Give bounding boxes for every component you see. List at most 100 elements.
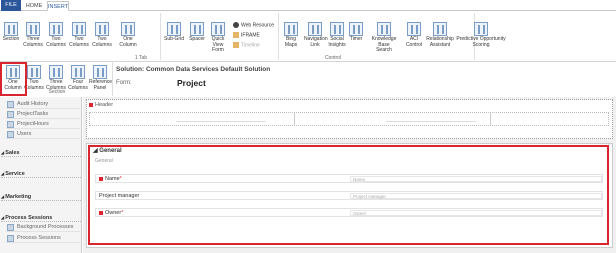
field-name[interactable]: Name* Name [95, 174, 603, 183]
nav-item-label: ProjectHours [17, 121, 49, 127]
tab-file[interactable]: FILE [1, 0, 21, 11]
two-columns-button[interactable]: Two Columns [45, 22, 67, 48]
iframe-button-label: IFRAME [241, 32, 260, 39]
field-owner[interactable]: Owner* Owner [95, 208, 603, 217]
nav-section-sales[interactable]: ◢ Sales [1, 148, 81, 157]
navigation-link-button[interactable]: Navigation Link [304, 22, 328, 48]
nav-section-marketing[interactable]: ◢ Marketing [1, 192, 81, 201]
one-column-button[interactable]: One Column [117, 22, 139, 48]
aci-control-icon [407, 22, 421, 36]
reference-panel-button[interactable]: Reference Panel [89, 65, 113, 91]
social-insights-button[interactable]: Social Insights [326, 22, 348, 48]
one-column-button-label: One Column [119, 36, 137, 48]
field-input[interactable]: Owner [350, 210, 602, 216]
web-resource-button-label: Web Resource [241, 22, 274, 29]
tab-insert[interactable]: INSERT [47, 1, 69, 11]
nav-item-label: ProjectTasks [17, 111, 49, 117]
nav-item-label: Background Processes [17, 224, 74, 230]
one-column-highlight [0, 62, 27, 96]
lock-icon [89, 102, 93, 107]
nav-item-users[interactable]: Users [6, 130, 80, 139]
record-icon [7, 101, 14, 108]
section-button-label: Section [2, 36, 20, 42]
two-columns-3-icon [95, 22, 109, 36]
timer-button-label: Timer [349, 36, 363, 42]
two-columns-button-label: Two Columns [46, 36, 66, 48]
bing-maps-button[interactable]: Bing Maps [280, 22, 302, 48]
spacer-icon [190, 22, 204, 36]
field-label: Owner* [99, 209, 123, 217]
four-columns-section-icon [71, 65, 85, 79]
two-columns-button-3[interactable]: Two Columns [91, 22, 113, 48]
two-columns-button-3-label: Two Columns [92, 36, 112, 48]
quick-view-form-icon [211, 22, 225, 36]
three-columns-icon [26, 22, 40, 36]
navigation-link-button-label: Navigation Link [304, 36, 328, 48]
solution-title: Solution: Common Data Services Default S… [116, 66, 271, 73]
two-columns-button-2[interactable]: Two Columns [68, 22, 90, 48]
header-divider [294, 113, 295, 126]
nav-item-label: Process Sessions [17, 235, 61, 241]
header-fields [89, 112, 609, 126]
two-columns-button-2-label: Two Columns [69, 36, 89, 48]
knowledge-base-search-button-label: Knowledge Base Search [371, 36, 397, 53]
record-icon [7, 121, 14, 128]
predictive-opportunity-scoring-icon [474, 22, 488, 36]
three-columns-button[interactable]: Three Columns [22, 22, 44, 48]
predictive-opportunity-scoring-button[interactable]: Predictive Opportunity Scoring [456, 22, 506, 48]
field-input[interactable]: Name [350, 176, 602, 182]
timer-button[interactable]: Timer [347, 22, 365, 43]
quick-view-form-button[interactable]: Quick View Form [206, 22, 230, 54]
record-icon [7, 224, 14, 231]
nav-section-label: Service [5, 171, 25, 177]
four-columns-section-button[interactable]: Four Columns [67, 65, 89, 91]
record-icon [7, 235, 14, 242]
nav-section-service[interactable]: ◢ Service [1, 169, 81, 178]
tab-home[interactable]: HOME [24, 1, 44, 11]
required-marker: * [119, 176, 122, 182]
reference-panel-button-label: Reference Panel [89, 79, 113, 91]
nav-item-audit-history[interactable]: Audit History [6, 100, 80, 109]
quick-view-form-button-label: Quick View Form [211, 36, 225, 53]
sub-grid-button-label: Sub-Grid [163, 36, 184, 42]
knowledge-base-search-icon [377, 22, 391, 36]
timeline-button[interactable]: Timeline [233, 42, 260, 48]
nav-item-label: Users [17, 131, 32, 137]
field-label-text: Project manager [99, 193, 140, 199]
web-resource-icon [233, 22, 239, 28]
field-input[interactable]: Project manager [350, 193, 602, 199]
iframe-button[interactable]: IFRAME [233, 32, 260, 38]
web-resource-button[interactable]: Web Resource [233, 22, 274, 28]
navigation-link-icon [308, 22, 322, 36]
nav-section-label: Marketing [5, 194, 32, 200]
tab-group-label: 1 Tab [134, 55, 148, 61]
header-section[interactable]: Header [86, 99, 613, 139]
control-group-label: Control [324, 55, 342, 61]
sub-grid-button[interactable]: Sub-Grid [162, 22, 186, 43]
nav-item-projecttasks[interactable]: ProjectTasks [6, 110, 80, 119]
header-divider [490, 113, 491, 126]
nav-item-background-processes[interactable]: Background Processes [6, 223, 80, 232]
timeline-button-label: Timeline [241, 42, 260, 49]
three-columns-section-button-label: Three Columns [46, 79, 66, 91]
three-columns-section-button[interactable]: Three Columns [45, 65, 67, 91]
nav-item-projecthours[interactable]: ProjectHours [6, 120, 80, 129]
aci-control-button-label: ACI Control [405, 36, 423, 48]
predictive-opportunity-scoring-button-label: Predictive Opportunity Scoring [456, 36, 506, 48]
field-project-manager[interactable]: Project manager Project manager [95, 191, 603, 200]
form-label: Form: [116, 80, 132, 86]
nav-item-process-sessions[interactable]: Process Sessions [6, 234, 80, 243]
knowledge-base-search-button[interactable]: Knowledge Base Search [366, 22, 402, 54]
two-columns-section-icon [27, 65, 41, 79]
relationship-assistant-button[interactable]: Relationship Assistant [425, 22, 455, 48]
nav-section-label: Process Sessions [5, 215, 53, 221]
lock-icon [99, 210, 103, 215]
timeline-icon [233, 42, 239, 48]
aci-control-button[interactable]: ACI Control [404, 22, 424, 48]
nav-section-process-sessions[interactable]: ◢ Process Sessions [1, 213, 81, 222]
solution-header: Solution: Common Data Services Default S… [113, 62, 616, 96]
header-field-slot [386, 116, 476, 122]
ribbon-tab-bar: FILE HOME INSERT [0, 0, 616, 11]
section-button[interactable]: Section [0, 22, 22, 43]
form-navigation: Audit History ProjectTasks ProjectHours Use… [0, 97, 82, 253]
